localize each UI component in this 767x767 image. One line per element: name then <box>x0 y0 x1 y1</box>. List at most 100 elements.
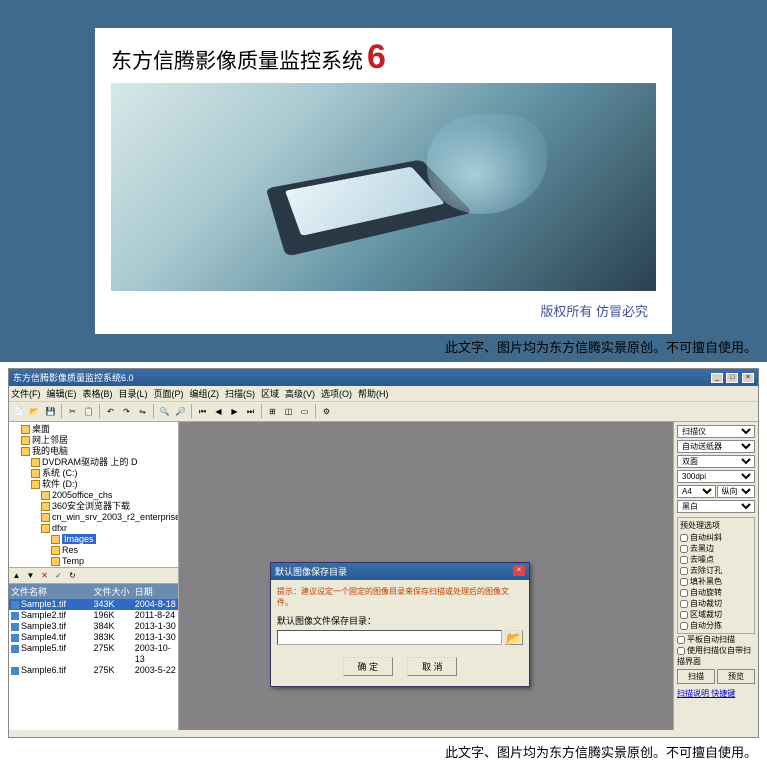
scanner-select[interactable]: 扫描仪 <box>677 425 755 438</box>
tool-crop[interactable]: ◫ <box>281 404 296 419</box>
preprocess-option[interactable]: 去黑边 <box>680 543 752 554</box>
tool-open[interactable]: 📂 <box>27 404 42 419</box>
file-list[interactable]: Sample1.tif343K2004-8-18Sample2.tif196K2… <box>9 599 178 730</box>
disclaimer-text: 此文字、图片均为东方信腾实景原创。不可擅自使用。 <box>445 337 757 356</box>
titlebar: 东方信腾影像质量监控系统6.0 _ □ × <box>9 369 758 386</box>
preview-button[interactable]: 预览 <box>717 669 755 684</box>
menu-item[interactable]: 目录(L) <box>119 389 148 399</box>
tree-item[interactable]: 网上邻居 <box>11 435 176 446</box>
dpi-select[interactable]: 300dpi <box>677 470 755 483</box>
folder-tree[interactable]: 桌面网上邻居我的电脑DVDRAM驱动器 上的 D系统 (C:)软件 (D:)20… <box>9 422 178 567</box>
size-select[interactable]: A4 <box>677 485 716 498</box>
ok-button[interactable]: 确 定 <box>343 657 393 676</box>
tree-item[interactable]: 桌面 <box>11 424 176 435</box>
cancel-button[interactable]: 取 消 <box>407 657 457 676</box>
preprocess-option[interactable]: 去除订孔 <box>680 565 752 576</box>
minimize-button[interactable]: _ <box>711 373 723 383</box>
dialog-title: 默认图像保存目录 <box>275 565 347 578</box>
dialog-titlebar: 默认图像保存目录 × <box>271 563 529 580</box>
preprocess-group: 预处理选项 自动纠斜去黑边去噪点去除订孔填补黑色自动旋转自动裁切区域裁切自动分拣 <box>677 517 755 634</box>
preprocess-option[interactable]: 自动裁切 <box>680 598 752 609</box>
tool-flip[interactable]: ⇋ <box>135 404 150 419</box>
preprocess-option[interactable]: 填补黑色 <box>680 576 752 587</box>
tree-item[interactable]: 系统 (C:) <box>11 468 176 479</box>
tool-new[interactable]: 📄 <box>11 404 26 419</box>
source-select[interactable]: 自动送纸器 <box>677 440 755 453</box>
preprocess-option[interactable]: 自动旋转 <box>680 587 752 598</box>
file-up[interactable]: ▲ <box>10 569 23 582</box>
tool-save[interactable]: 💾 <box>43 404 58 419</box>
close-button[interactable]: × <box>742 373 754 383</box>
tool-cut[interactable]: ✂ <box>65 404 80 419</box>
preprocess-option[interactable]: 区域裁切 <box>680 609 752 620</box>
browse-button[interactable]: 📂 <box>505 630 523 645</box>
tool-first[interactable]: ⏮ <box>195 404 210 419</box>
toolbar: 📄 📂 💾 ✂ 📋 ↶ ↷ ⇋ 🔍 🔎 ⏮ ◀ ▶ ⏭ ⊞ ◫ ▭ ⚙ <box>9 402 758 422</box>
tool-rotate-l[interactable]: ↶ <box>103 404 118 419</box>
tool-rotate-r[interactable]: ↷ <box>119 404 134 419</box>
hand-illustration <box>427 114 547 214</box>
tool-grid[interactable]: ⊞ <box>265 404 280 419</box>
tool-copy[interactable]: 📋 <box>81 404 96 419</box>
save-dir-dialog: 默认图像保存目录 × 提示：建议设定一个固定的图像目录来保存扫描或处理后的图像文… <box>270 562 530 687</box>
save-path-input[interactable] <box>277 630 502 645</box>
preprocess-option[interactable]: 自动分拣 <box>680 620 752 631</box>
dialog-close-button[interactable]: × <box>513 565 525 576</box>
preprocess-option[interactable]: 去噪点 <box>680 554 752 565</box>
tree-item[interactable]: 2005office_chs <box>11 490 176 501</box>
side-select[interactable]: 双面 <box>677 455 755 468</box>
preprocess-option[interactable]: 自动纠斜 <box>680 532 752 543</box>
tree-item[interactable]: 我的电脑 <box>11 446 176 457</box>
file-row[interactable]: Sample6.tif275K2003-5-22 <box>9 665 178 676</box>
tree-item[interactable]: cn_win_srv_2003_r2_enterprise_with_sp2 <box>11 512 176 523</box>
tree-item[interactable]: Images <box>11 534 176 545</box>
col-name[interactable]: 文件名称 <box>11 585 94 598</box>
tree-item[interactable]: Temp <box>11 556 176 567</box>
menu-item[interactable]: 页面(P) <box>154 389 184 399</box>
tool-last[interactable]: ⏭ <box>243 404 258 419</box>
window-title: 东方信腾影像质量监控系统6.0 <box>13 371 134 384</box>
help-links[interactable]: 扫描说明 快捷键 <box>677 688 755 699</box>
disclaimer-text-2: 此文字、图片均为东方信腾实景原创。不可擅自使用。 <box>445 742 757 761</box>
file-row[interactable]: Sample2.tif196K2011-8-24 <box>9 610 178 621</box>
maximize-button[interactable]: □ <box>726 373 738 383</box>
scan-button[interactable]: 扫描 <box>677 669 715 684</box>
menu-item[interactable]: 高级(V) <box>285 389 315 399</box>
file-row[interactable]: Sample1.tif343K2004-8-18 <box>9 599 178 610</box>
menu-item[interactable]: 编辑(E) <box>47 389 77 399</box>
file-refresh[interactable]: ↻ <box>66 569 79 582</box>
tool-prev[interactable]: ◀ <box>211 404 226 419</box>
tool-select[interactable]: ▭ <box>297 404 312 419</box>
menu-item[interactable]: 文件(F) <box>11 389 41 399</box>
tree-item[interactable]: DVDRAM驱动器 上的 D <box>11 457 176 468</box>
menubar[interactable]: 文件(F) 编辑(E) 表格(B) 目录(L) 页面(P) 编组(Z) 扫描(S) 区域高级(… <box>9 386 758 402</box>
tool-zoom-out[interactable]: 🔎 <box>173 404 188 419</box>
file-row[interactable]: Sample5.tif275K2003-10-13 <box>9 643 178 665</box>
splash-image <box>111 83 656 291</box>
file-del[interactable]: ✕ <box>38 569 51 582</box>
file-down[interactable]: ▼ <box>24 569 37 582</box>
menu-item[interactable]: 选项(O) <box>321 389 352 399</box>
tool-settings[interactable]: ⚙ <box>319 404 334 419</box>
color-select[interactable]: 黑白 <box>677 500 755 513</box>
file-check[interactable]: ✓ <box>52 569 65 582</box>
file-row[interactable]: Sample3.tif384K2013-1-30 <box>9 621 178 632</box>
col-size[interactable]: 文件大小 <box>94 585 135 598</box>
menu-item[interactable]: 扫描(S) <box>225 389 255 399</box>
menu-item[interactable]: 表格(B) <box>83 389 113 399</box>
tree-item[interactable]: Res <box>11 545 176 556</box>
dialog-label: 默认图像文件保存目录： <box>277 614 523 627</box>
file-row[interactable]: Sample4.tif383K2013-1-30 <box>9 632 178 643</box>
tree-item[interactable]: 360安全浏览器下载 <box>11 501 176 512</box>
menu-item[interactable]: 编组(Z) <box>190 389 220 399</box>
tool-next[interactable]: ▶ <box>227 404 242 419</box>
tree-item[interactable]: dfxr <box>11 523 176 534</box>
menu-item[interactable]: 帮助(H) <box>358 389 389 399</box>
flatbed-check[interactable]: 平板自动扫描 <box>677 634 755 645</box>
col-date[interactable]: 日期 <box>135 585 176 598</box>
tool-zoom-in[interactable]: 🔍 <box>157 404 172 419</box>
adf-check[interactable]: 使用扫描仪自带扫描界面 <box>677 645 755 667</box>
orient-select[interactable]: 纵向 <box>717 485 756 498</box>
tree-item[interactable]: 软件 (D:) <box>11 479 176 490</box>
menu-item[interactable]: 区域 <box>261 389 279 399</box>
